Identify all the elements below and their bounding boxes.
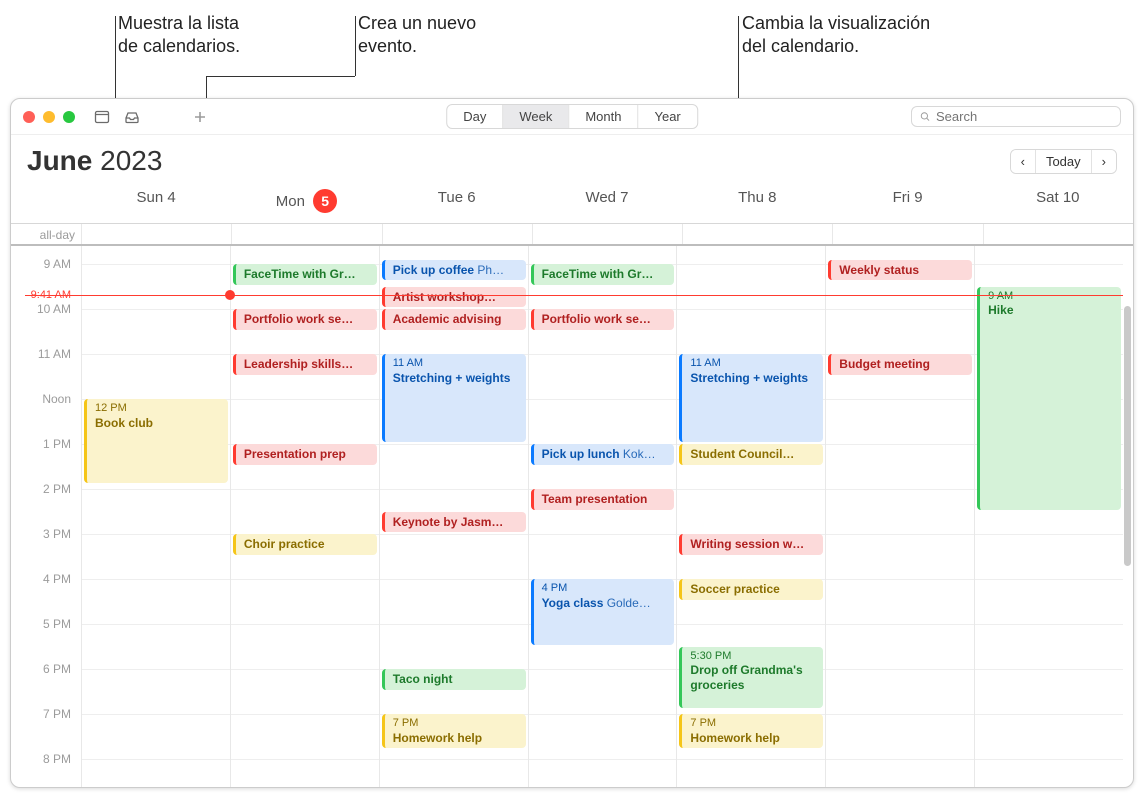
event[interactable]: Portfolio work se… (531, 309, 675, 330)
day-header[interactable]: Mon 5 (231, 183, 381, 223)
event[interactable]: Pick up lunch Kok… (531, 444, 675, 465)
day-col-mon[interactable]: FaceTime with Gr… Portfolio work se… Leade… (230, 246, 379, 787)
hour-label: 6 PM (11, 662, 77, 676)
event[interactable]: Presentation prep (233, 444, 377, 465)
hour-label: Noon (11, 392, 77, 406)
view-week-button[interactable]: Week (502, 105, 568, 128)
event[interactable]: Student Council… (679, 444, 823, 465)
event[interactable]: FaceTime with Gr… (531, 264, 675, 285)
event[interactable]: FaceTime with Gr… (233, 264, 377, 285)
month-header: June 2023 ‹ Today › (11, 135, 1133, 183)
event[interactable]: 9 AMHike (977, 287, 1121, 510)
allday-label: all-day (11, 224, 81, 244)
event[interactable]: Team presentation (531, 489, 675, 510)
event[interactable]: Leadership skills… (233, 354, 377, 375)
event[interactable]: 11 AMStretching + weights (382, 354, 526, 442)
now-indicator (25, 295, 1123, 296)
day-header[interactable]: Tue 6 (382, 183, 532, 223)
hour-label: 7 PM (11, 707, 77, 721)
hour-label: 3 PM (11, 527, 77, 541)
calendars-list-button[interactable] (91, 107, 113, 127)
inbox-button[interactable] (121, 107, 143, 127)
allday-row: all-day (11, 224, 1133, 246)
hour-label: 2 PM (11, 482, 77, 496)
scrollbar[interactable] (1124, 306, 1131, 566)
day-col-wed[interactable]: FaceTime with Gr… Portfolio work se… Pick … (528, 246, 677, 787)
day-col-sat[interactable]: 9 AMHike (974, 246, 1123, 787)
view-month-button[interactable]: Month (568, 105, 637, 128)
day-header[interactable]: Sun 4 (81, 183, 231, 223)
event[interactable]: Weekly status (828, 260, 972, 281)
event[interactable]: 7 PMHomework help (382, 714, 526, 748)
event[interactable]: 4 PMYoga class Golde… (531, 579, 675, 645)
hour-label: 8 PM (11, 752, 77, 766)
add-event-button[interactable] (189, 107, 211, 127)
event[interactable]: 7 PMHomework help (679, 714, 823, 748)
hour-label: 11 AM (11, 347, 77, 361)
today-nav: ‹ Today › (1010, 149, 1117, 174)
event[interactable]: 11 AMStretching + weights (679, 354, 823, 442)
event[interactable]: Keynote by Jasm… (382, 512, 526, 533)
fullscreen-icon[interactable] (63, 111, 75, 123)
event[interactable]: Artist workshop… (382, 287, 526, 308)
close-icon[interactable] (23, 111, 35, 123)
view-segmented-control: Day Week Month Year (446, 104, 698, 129)
event[interactable]: Writing session w… (679, 534, 823, 555)
next-week-button[interactable]: › (1091, 150, 1116, 173)
search-icon (920, 110, 930, 123)
hour-label: 1 PM (11, 437, 77, 451)
titlebar: Day Week Month Year (11, 99, 1133, 135)
hour-label: 10 AM (11, 302, 77, 316)
event[interactable]: Pick up coffee Ph… (382, 260, 526, 281)
event[interactable]: Soccer practice (679, 579, 823, 600)
event[interactable]: Choir practice (233, 534, 377, 555)
hour-label: 4 PM (11, 572, 77, 586)
event[interactable]: Portfolio work se… (233, 309, 377, 330)
day-col-tue[interactable]: Pick up coffee Ph… Artist workshop…Academ… (379, 246, 528, 787)
minimize-icon[interactable] (43, 111, 55, 123)
search-field[interactable] (911, 106, 1121, 127)
prev-week-button[interactable]: ‹ (1011, 150, 1035, 173)
hour-label: 9 AM (11, 257, 77, 271)
window-controls (23, 111, 75, 123)
event[interactable]: Taco night (382, 669, 526, 690)
callout-view-switch: Cambia la visualización del calendario. (742, 12, 930, 59)
calendar-window: Day Week Month Year June 2023 ‹ Today › … (10, 98, 1134, 788)
day-header[interactable]: Wed 7 (532, 183, 682, 223)
day-col-fri[interactable]: Weekly status Budget meeting (825, 246, 974, 787)
day-header[interactable]: Thu 8 (682, 183, 832, 223)
day-col-sun[interactable]: 12 PMBook club (81, 246, 230, 787)
event[interactable]: 12 PMBook club (84, 399, 228, 483)
event[interactable]: Academic advising (382, 309, 526, 330)
now-dot-icon (225, 290, 235, 300)
event[interactable]: Budget meeting (828, 354, 972, 375)
week-grid[interactable]: 9 AM 10 AM 11 AM Noon 1 PM 2 PM 3 PM 4 PM 5 PM 6 … (11, 246, 1133, 787)
day-header[interactable]: Fri 9 (832, 183, 982, 223)
event[interactable]: 5:30 PMDrop off Grandma's groceries (679, 647, 823, 708)
page-title: June 2023 (27, 145, 162, 177)
callout-calendar-list: Muestra la lista de calendarios. (118, 12, 240, 59)
callout-new-event: Crea un nuevo evento. (358, 12, 476, 59)
hour-label: 5 PM (11, 617, 77, 631)
view-day-button[interactable]: Day (447, 105, 502, 128)
day-headers: Sun 4Mon 5Tue 6Wed 7Thu 8Fri 9Sat 10 (11, 183, 1133, 224)
search-input[interactable] (936, 109, 1112, 124)
day-col-thu[interactable]: 11 AMStretching + weightsStudent Council… (676, 246, 825, 787)
today-button[interactable]: Today (1035, 150, 1091, 173)
day-header[interactable]: Sat 10 (983, 183, 1133, 223)
view-year-button[interactable]: Year (637, 105, 696, 128)
